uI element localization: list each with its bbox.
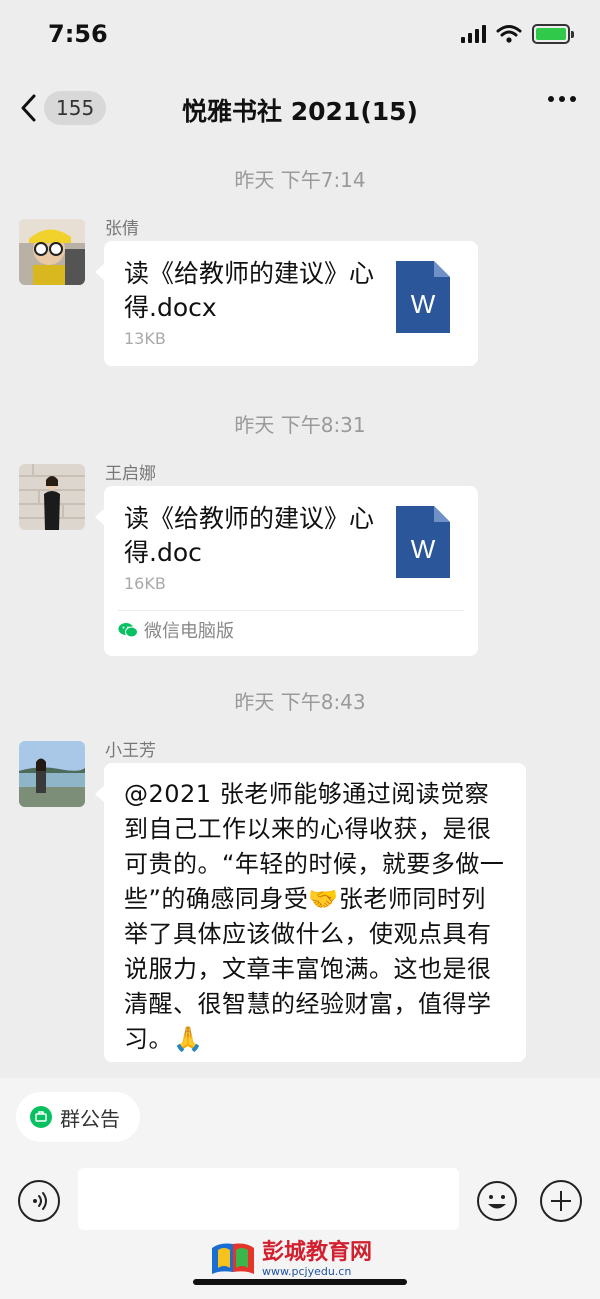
sender-name: 张倩 <box>105 219 139 239</box>
watermark-logo-icon <box>212 1243 254 1274</box>
chat-title: 悦雅书社 2021(15) <box>182 97 418 126</box>
watermark-title: 彭城教育网 <box>262 1239 373 1265</box>
timestamp: 昨天 下午8:31 <box>234 413 366 437</box>
emoji-icon[interactable] <box>476 1180 518 1222</box>
group-announcement-button[interactable]: 群公告 <box>16 1092 140 1142</box>
voice-icon[interactable] <box>18 1180 60 1222</box>
source-label: 微信电脑版 <box>144 621 234 642</box>
file-size: 16KB <box>124 574 166 593</box>
timestamp: 昨天 下午7:14 <box>234 168 366 192</box>
file-message[interactable]: 读《给教师的建议》心得.docx 13KB W <box>95 241 478 366</box>
avatar[interactable] <box>19 464 85 530</box>
status-time: 7:56 <box>48 20 108 48</box>
message-text: @2021 张老师能够通过阅读觉察到自己工作以来的心得收获，是很可贵的。“年轻的… <box>124 780 505 1053</box>
wifi-icon <box>496 25 522 43</box>
plus-icon[interactable] <box>540 1180 582 1222</box>
signal-icon <box>461 25 486 43</box>
avatar[interactable] <box>19 741 85 807</box>
announcement-bar: 群公告 <box>0 1078 600 1156</box>
watermark: 彭城教育网 www.pcjyedu.cn <box>210 1240 372 1278</box>
text-message[interactable]: @2021 张老师能够通过阅读觉察到自己工作以来的心得收获，是很可贵的。“年轻的… <box>95 763 526 1062</box>
more-icon[interactable] <box>548 96 576 102</box>
sender-name: 王启娜 <box>105 464 156 484</box>
status-icons <box>461 24 574 44</box>
file-message[interactable]: 读《给教师的建议》心得.doc 16KB W 微信电脑版 <box>95 486 478 656</box>
sender-name: 小王芳 <box>105 741 156 761</box>
nav-bar: 155 悦雅书社 2021(15) <box>0 72 600 142</box>
word-doc-icon: W <box>396 261 450 333</box>
avatar[interactable] <box>19 219 85 285</box>
watermark-url: www.pcjyedu.cn <box>262 1264 352 1278</box>
timestamp: 昨天 下午8:43 <box>234 690 366 714</box>
word-doc-icon: W <box>396 506 450 578</box>
file-source: 微信电脑版 <box>118 610 464 643</box>
status-bar: 7:56 <box>0 0 600 72</box>
announcement-icon <box>30 1106 52 1128</box>
message-input[interactable] <box>78 1168 459 1230</box>
wechat-icon <box>118 623 138 638</box>
home-indicator[interactable] <box>193 1279 407 1285</box>
file-name: 读《给教师的建议》心得.docx <box>124 259 375 322</box>
chat-area[interactable]: 昨天 下午7:14 张倩 读《给教师的建议》心得.docx 13KB W 昨天 … <box>0 142 600 1078</box>
doc-letter: W <box>411 289 436 319</box>
file-name: 读《给教师的建议》心得.doc <box>124 504 375 567</box>
battery-icon <box>532 24 574 44</box>
file-size: 13KB <box>124 329 166 348</box>
announcement-label: 群公告 <box>60 1106 120 1131</box>
doc-letter: W <box>411 534 436 564</box>
